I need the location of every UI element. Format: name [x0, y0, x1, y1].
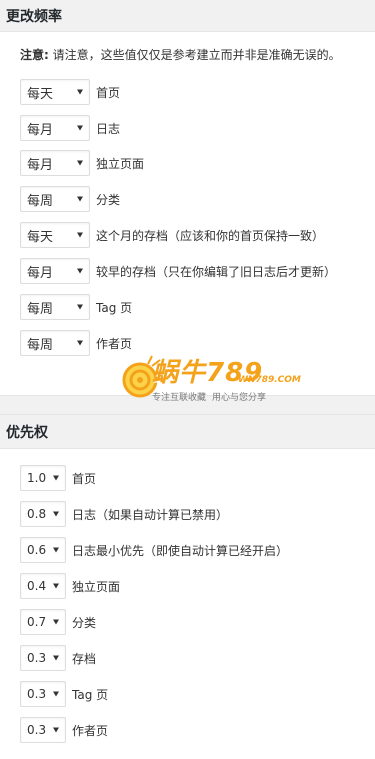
priority-section: 优先权 1.0 首页 0.8 日志（如果自动计算已禁用） 0.6 日志最小优先（… [0, 415, 375, 759]
chevron-down-icon [53, 547, 59, 553]
freq-select-posts[interactable]: 每月 [20, 115, 90, 141]
prio-label-posts-min: 日志最小优先（即使自动计算已经开启） [72, 543, 289, 558]
freq-label-authors: 作者页 [96, 336, 133, 351]
frequency-title: 更改频率 [6, 8, 62, 25]
freq-select-tags[interactable]: 每周 [20, 294, 90, 320]
prio-select-pages[interactable]: 0.4 [20, 573, 66, 599]
chevron-down-icon [53, 727, 59, 733]
prio-row-posts-min: 0.6 日志最小优先（即使自动计算已经开启） [20, 537, 288, 563]
freq-select-authors[interactable]: 每周 [20, 330, 90, 356]
chevron-down-icon [77, 196, 83, 202]
chevron-down-icon [53, 475, 59, 481]
chevron-down-icon [77, 125, 83, 131]
chevron-down-icon [77, 340, 83, 346]
chevron-down-icon [53, 619, 59, 625]
prio-label-home: 首页 [72, 471, 97, 486]
freq-label-current-archive: 这个月的存档（应该和你的首页保持一致） [96, 228, 325, 243]
prio-select-authors[interactable]: 0.3 [20, 717, 66, 743]
priority-rows: 1.0 首页 0.8 日志（如果自动计算已禁用） 0.6 日志最小优先（即使自动… [0, 449, 375, 759]
section-divider [0, 395, 375, 415]
prio-select-posts[interactable]: 0.8 [20, 501, 66, 527]
freq-label-categories: 分类 [96, 192, 121, 207]
chevron-down-icon [77, 232, 83, 238]
freq-select-categories[interactable]: 每周 [20, 186, 90, 212]
prio-label-pages: 独立页面 [72, 579, 121, 594]
freq-row-tags: 每周 Tag 页 [20, 294, 132, 320]
prio-label-posts: 日志（如果自动计算已禁用） [72, 507, 229, 522]
note-label: 注意: [20, 48, 49, 62]
freq-row-authors: 每周 作者页 [20, 330, 132, 356]
freq-label-pages: 独立页面 [96, 156, 145, 171]
freq-label-posts: 日志 [96, 121, 121, 136]
note-text: 请注意，这些值仅仅是参考建立而并非是准确无误的。 [48, 48, 341, 62]
chevron-down-icon [53, 583, 59, 589]
prio-select-categories[interactable]: 0.7 [20, 609, 66, 635]
freq-label-home: 首页 [96, 85, 121, 100]
prio-row-authors: 0.3 作者页 [20, 717, 108, 743]
frequency-section: 更改频率 注意: 请注意，这些值仅仅是参考建立而并非是准确无误的。 每天 首页 … [0, 0, 375, 395]
freq-label-tags: Tag 页 [96, 300, 133, 315]
chevron-down-icon [77, 160, 83, 166]
freq-row-current-archive: 每天 这个月的存档（应该和你的首页保持一致） [20, 222, 324, 248]
priority-title: 优先权 [6, 424, 48, 441]
freq-select-home[interactable]: 每天 [20, 79, 90, 105]
prio-select-posts-min[interactable]: 0.6 [20, 537, 66, 563]
prio-row-categories: 0.7 分类 [20, 609, 96, 635]
chevron-down-icon [53, 655, 59, 661]
prio-label-archives: 存档 [72, 651, 97, 666]
prio-label-categories: 分类 [72, 615, 97, 630]
chevron-down-icon [53, 691, 59, 697]
prio-select-tags[interactable]: 0.3 [20, 681, 66, 707]
freq-row-older-archive: 每月 较早的存档（只在你编辑了旧日志后才更新） [20, 258, 336, 284]
prio-row-pages: 0.4 独立页面 [20, 573, 120, 599]
freq-select-current-archive[interactable]: 每天 [20, 222, 90, 248]
frequency-header: 更改频率 [0, 0, 375, 32]
priority-header: 优先权 [0, 415, 375, 449]
chevron-down-icon [77, 89, 83, 95]
freq-label-older-archive: 较早的存档（只在你编辑了旧日志后才更新） [96, 264, 337, 279]
freq-select-pages[interactable]: 每月 [20, 150, 90, 176]
prio-row-home: 1.0 首页 [20, 465, 96, 491]
freq-row-posts: 每月 日志 [20, 115, 120, 141]
freq-row-categories: 每周 分类 [20, 186, 120, 212]
prio-row-archives: 0.3 存档 [20, 645, 96, 671]
prio-label-tags: Tag 页 [72, 687, 109, 702]
freq-row-pages: 每月 独立页面 [20, 150, 144, 176]
chevron-down-icon [53, 511, 59, 517]
frequency-note: 注意: 请注意，这些值仅仅是参考建立而并非是准确无误的。 [20, 46, 341, 63]
freq-row-home: 每天 首页 [20, 79, 120, 105]
prio-label-authors: 作者页 [72, 723, 109, 738]
chevron-down-icon [77, 304, 83, 310]
freq-select-older-archive[interactable]: 每月 [20, 258, 90, 284]
prio-row-posts: 0.8 日志（如果自动计算已禁用） [20, 501, 228, 527]
prio-row-tags: 0.3 Tag 页 [20, 681, 108, 707]
prio-select-archives[interactable]: 0.3 [20, 645, 66, 671]
prio-select-home[interactable]: 1.0 [20, 465, 66, 491]
chevron-down-icon [77, 268, 83, 274]
